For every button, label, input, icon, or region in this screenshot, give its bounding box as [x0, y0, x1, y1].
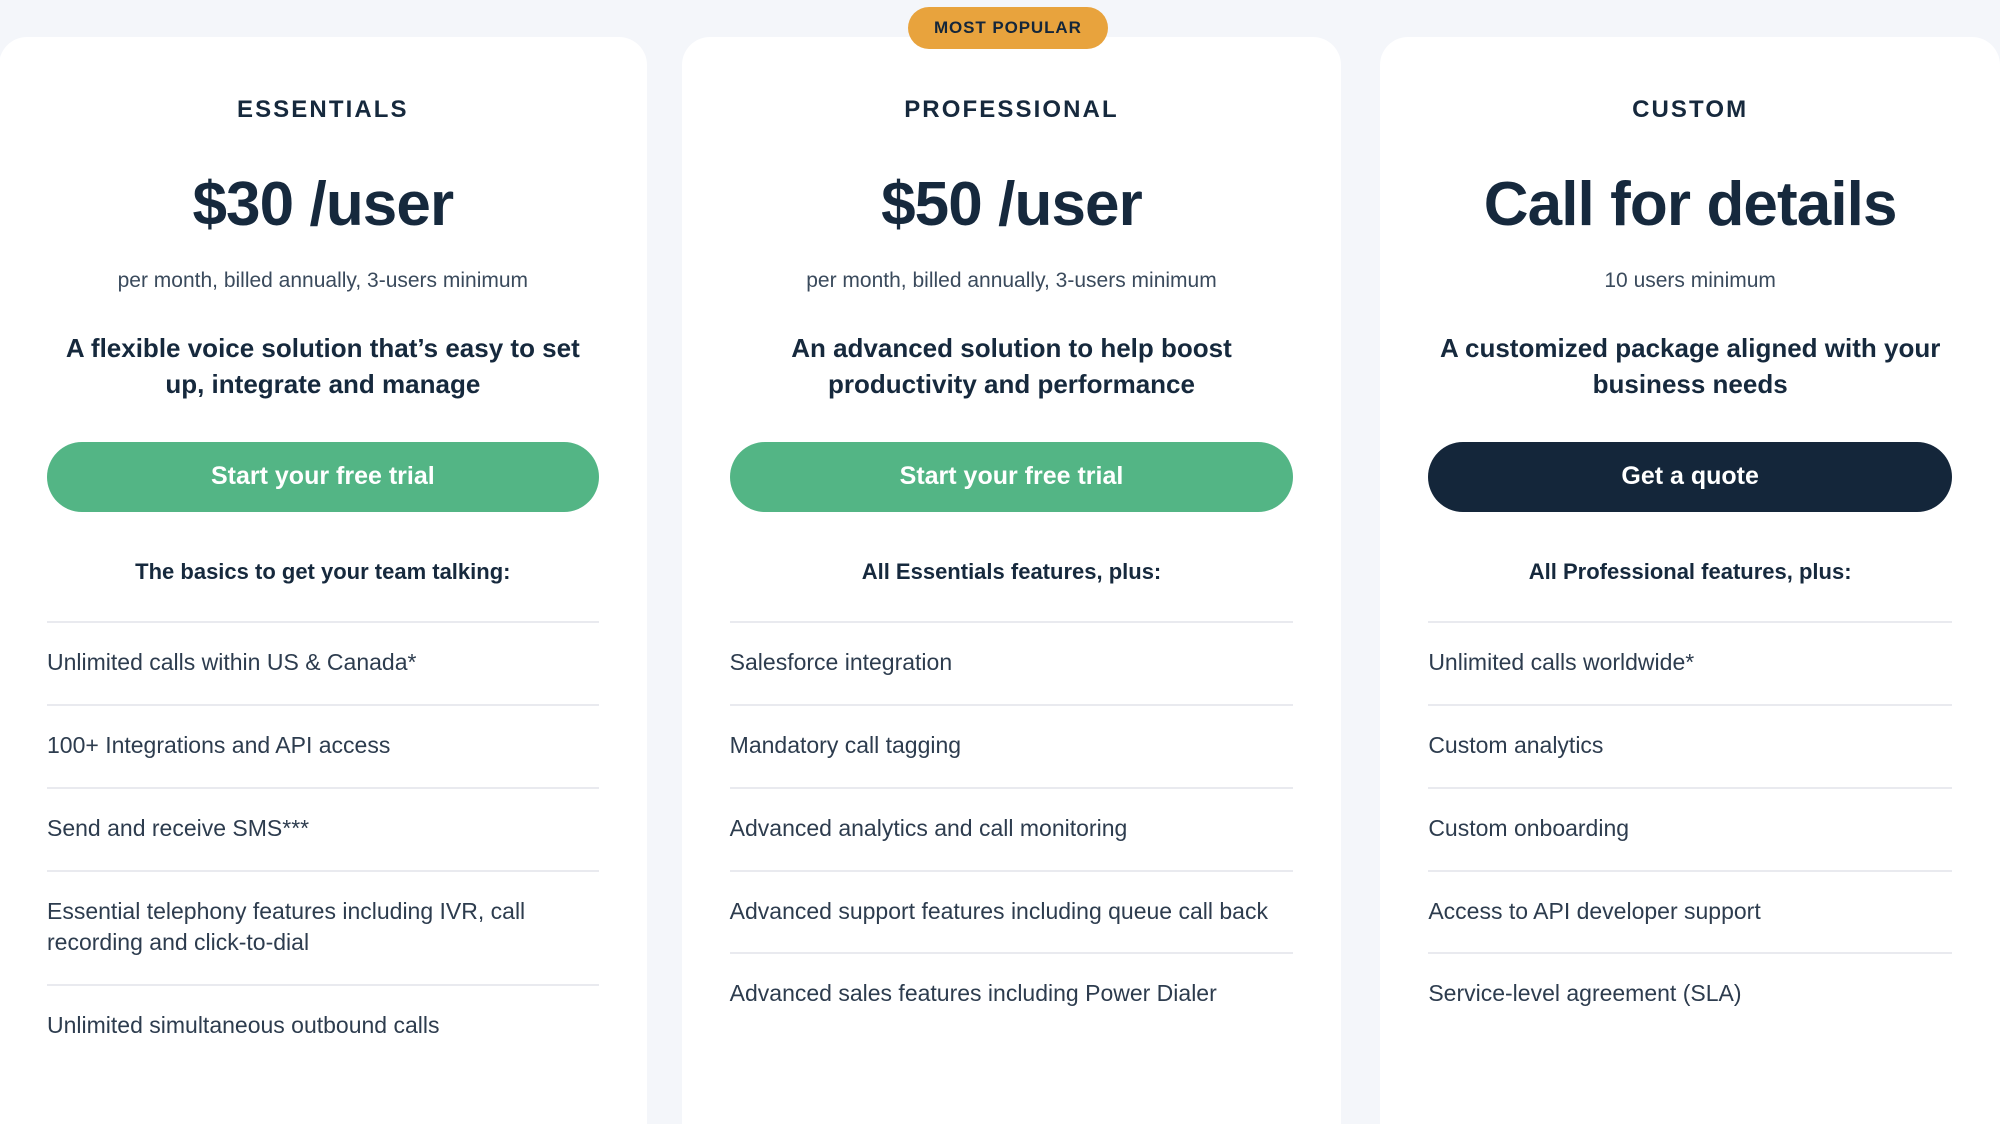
list-item: Mandatory call tagging: [729, 704, 1294, 787]
list-item: Advanced sales features including Power …: [729, 952, 1294, 1035]
plan-price-professional: $50 /user: [881, 170, 1143, 239]
features-heading-custom: All Professional features, plus:: [1528, 558, 1852, 584]
list-item: Unlimited calls within US & Canada*: [47, 621, 599, 704]
plan-price-custom: Call for details: [1483, 170, 1898, 239]
features-list-custom: Unlimited calls worldwide* Custom analyt…: [1428, 621, 1952, 1035]
pricing-card-professional: PROFESSIONAL $50 /user per month, billed…: [681, 37, 1342, 1124]
list-item: Advanced support features including queu…: [729, 869, 1294, 953]
features-list-professional: Salesforce integration Mandatory call ta…: [729, 621, 1294, 1035]
start-free-trial-button-essentials[interactable]: Start your free trial: [47, 441, 599, 512]
list-item: Unlimited simultaneous outbound calls: [47, 984, 599, 1067]
plan-price-note-essentials: per month, billed annually, 3-users mini…: [117, 269, 529, 292]
features-heading-professional: All Essentials features, plus:: [861, 558, 1162, 584]
list-item: Unlimited calls worldwide*: [1428, 621, 1952, 704]
plan-price-note-professional: per month, billed annually, 3-users mini…: [806, 269, 1217, 292]
plan-name-custom: CUSTOM: [1632, 96, 1749, 123]
list-item: Send and receive SMS***: [47, 786, 599, 870]
plan-price-essentials: $30 /user: [192, 170, 454, 239]
plan-tagline-custom: A customized package aligned with your b…: [1439, 333, 1941, 399]
pricing-card-custom: CUSTOM Call for details 10 users minimum…: [1380, 37, 2000, 1124]
features-list-essentials: Unlimited calls within US & Canada* 100+…: [47, 621, 599, 1066]
list-item: Custom analytics: [1428, 704, 1952, 787]
list-item: Custom onboarding: [1428, 786, 1952, 870]
pricing-section: ESSENTIALS $30 /user per month, billed a…: [0, 0, 2000, 1124]
list-item: Advanced analytics and call monitoring: [729, 786, 1294, 870]
plan-name-professional: PROFESSIONAL: [904, 96, 1119, 123]
plan-tagline-professional: An advanced solution to help boost produ…: [791, 333, 1232, 399]
get-a-quote-button[interactable]: Get a quote: [1428, 441, 1952, 512]
pricing-cards-row: ESSENTIALS $30 /user per month, billed a…: [0, 37, 2000, 1124]
list-item: Access to API developer support: [1428, 869, 1952, 953]
list-item: 100+ Integrations and API access: [47, 704, 599, 787]
list-item: Essential telephony features including I…: [47, 869, 599, 984]
plan-tagline-essentials: A flexible voice solution that’s easy to…: [65, 333, 580, 399]
pricing-card-essentials: ESSENTIALS $30 /user per month, billed a…: [0, 37, 647, 1124]
plan-name-essentials: ESSENTIALS: [236, 96, 409, 123]
plan-price-note-custom: 10 users minimum: [1604, 269, 1776, 292]
most-popular-badge: MOST POPULAR: [908, 7, 1108, 49]
list-item: Salesforce integration: [729, 621, 1294, 704]
list-item: Service-level agreement (SLA): [1428, 952, 1952, 1035]
start-free-trial-button-professional[interactable]: Start your free trial: [729, 441, 1294, 512]
features-heading-essentials: The basics to get your team talking:: [135, 558, 511, 584]
